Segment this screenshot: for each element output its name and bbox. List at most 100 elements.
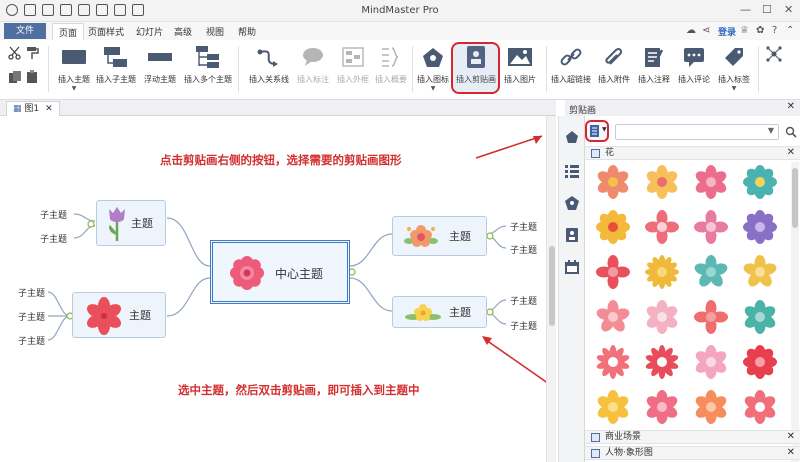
section-header-people[interactable]: 人物·象形图 ✕ (585, 446, 800, 460)
clipart-item[interactable] (740, 342, 780, 382)
clipart-item[interactable] (691, 387, 731, 427)
clipart-search-input[interactable]: ▼ (615, 124, 779, 140)
cut-icon[interactable] (8, 46, 22, 63)
close-panel-icon[interactable]: ✕ (787, 101, 795, 112)
clipart-item[interactable] (642, 252, 682, 292)
icon-library-icon[interactable] (565, 196, 579, 210)
close-tab-icon[interactable]: ✕ (45, 104, 53, 114)
shirt-icon[interactable]: ♕ (740, 25, 749, 36)
subtopic[interactable]: 子主题 (18, 334, 45, 347)
clipart-button-highlight (451, 42, 500, 94)
mindmap-layout-icon[interactable] (766, 46, 782, 65)
clipart-item[interactable] (740, 252, 780, 292)
clipart-item[interactable] (593, 342, 633, 382)
clipart-category-dropdown-button[interactable]: ▼ (585, 120, 609, 142)
subtopic[interactable]: 子主题 (510, 243, 537, 256)
insert-attachment-button[interactable]: 插入附件 (594, 44, 634, 85)
clipart-item[interactable] (691, 207, 731, 247)
topic-node[interactable]: 主题 (96, 200, 166, 246)
clipart-item[interactable] (642, 342, 682, 382)
list-panel-icon[interactable] (565, 164, 579, 178)
collapse-ribbon-icon[interactable]: ⌃ (786, 25, 794, 36)
insert-subtopic-button[interactable]: 插入子主题 (96, 44, 136, 85)
close-window-button[interactable]: ✕ (784, 3, 793, 16)
topic-node[interactable]: 主题 (392, 216, 487, 256)
clipart-item[interactable] (593, 207, 633, 247)
clipart-item[interactable] (593, 162, 633, 202)
clipart-item[interactable] (642, 162, 682, 202)
topic-node[interactable]: 主题 (392, 296, 487, 328)
insert-summary-button[interactable]: 插入概要 (372, 44, 410, 85)
tab-help[interactable]: 帮助 (238, 25, 256, 38)
clipart-item[interactable] (691, 342, 731, 382)
close-section-icon[interactable]: ✕ (787, 431, 795, 443)
clipart-item[interactable] (593, 297, 633, 337)
calendar-icon[interactable] (565, 260, 579, 274)
tab-file[interactable]: 文件 (4, 23, 46, 39)
subtopic[interactable]: 子主题 (18, 310, 45, 323)
subtopic[interactable]: 子主题 (510, 220, 537, 233)
subtopic[interactable]: 子主题 (40, 232, 67, 245)
insert-boundary-button[interactable]: 插入外框 (334, 44, 372, 85)
floating-topic-button[interactable]: 浮动主题 (140, 44, 180, 85)
clipart-category-icon[interactable] (565, 130, 579, 144)
insert-icon-button[interactable]: 插入图标 ▼ (414, 44, 452, 92)
subtopic[interactable]: 子主题 (18, 286, 45, 299)
section-header-business[interactable]: 商业场景 ✕ (585, 430, 800, 444)
insert-callout-button[interactable]: 插入标注 (294, 44, 332, 85)
canvas-vertical-scrollbar[interactable] (546, 116, 556, 462)
close-section-icon[interactable]: ✕ (787, 147, 795, 159)
cloud-icon[interactable]: ☁ (686, 25, 696, 36)
insert-topic-button[interactable]: 插入主题 ▼ (54, 44, 94, 92)
flower-clipart-icon (743, 165, 777, 199)
topic-node[interactable]: 主题 (72, 292, 166, 338)
search-dropdown-icon[interactable]: ▼ (768, 126, 774, 135)
central-topic[interactable]: 中心主题 (210, 240, 350, 304)
mindmap-canvas[interactable]: 子主题 子主题 子主题 子主题 子主题 子主题 子主题 子主题 子主题 主题 主… (0, 116, 556, 462)
insert-comment-button[interactable]: 插入评论 (674, 44, 714, 85)
insert-note-button[interactable]: 插入注释 (634, 44, 674, 85)
copy-icon[interactable] (8, 70, 22, 87)
tab-page[interactable]: 页面 (52, 23, 85, 40)
tab-page-style[interactable]: 页面样式 (88, 25, 124, 38)
help-icon[interactable]: ? (772, 25, 777, 36)
subtopic[interactable]: 子主题 (40, 208, 67, 221)
maximize-button[interactable]: ☐ (762, 3, 772, 16)
apps-icon[interactable]: ✿ (756, 25, 764, 36)
close-section-icon[interactable]: ✕ (787, 447, 795, 459)
insert-image-button[interactable]: 插入图片 (500, 44, 540, 85)
clipart-item[interactable] (740, 162, 780, 202)
insert-relationship-button[interactable]: 插入关系线 (246, 44, 292, 85)
tab-view[interactable]: 视图 (206, 25, 224, 38)
section-header-flower[interactable]: 花 ✕ (585, 146, 800, 160)
login-link[interactable]: 登录 (718, 25, 736, 38)
search-icon[interactable] (785, 126, 797, 141)
insert-hyperlink-button[interactable]: 插入超链接 (550, 44, 592, 85)
insert-multiple-topics-button[interactable]: 插入多个主题 (182, 44, 234, 85)
subtopic[interactable]: 子主题 (510, 294, 537, 307)
clipart-item[interactable] (691, 162, 731, 202)
clipart-item[interactable] (642, 207, 682, 247)
clipart-item[interactable] (642, 387, 682, 427)
document-tab[interactable]: ▦ 图1 ✕ (6, 101, 60, 116)
format-painter-icon[interactable] (26, 46, 40, 63)
clipart-item[interactable] (691, 252, 731, 292)
clipart-item[interactable] (740, 207, 780, 247)
clipart-item[interactable] (593, 387, 633, 427)
insert-tag-button[interactable]: 插入标签 ▼ (714, 44, 754, 92)
minimize-button[interactable]: — (740, 3, 751, 16)
dropdown-arrow-icon[interactable]: ▼ (414, 85, 452, 92)
dropdown-arrow-icon[interactable]: ▼ (54, 85, 94, 92)
clipart-panel-icon[interactable] (565, 228, 579, 242)
share-icon[interactable]: ⋖ (702, 25, 710, 36)
tab-advanced[interactable]: 高级 (174, 25, 192, 38)
dropdown-arrow-icon[interactable]: ▼ (714, 85, 754, 92)
paste-icon[interactable] (26, 70, 40, 87)
clipart-item[interactable] (691, 297, 731, 337)
clipart-item[interactable] (740, 297, 780, 337)
tab-slideshow[interactable]: 幻灯片 (136, 25, 163, 38)
panel-scrollbar[interactable] (791, 162, 799, 462)
clipart-item[interactable] (642, 297, 682, 337)
clipart-item[interactable] (593, 252, 633, 292)
clipart-item[interactable] (740, 387, 780, 427)
